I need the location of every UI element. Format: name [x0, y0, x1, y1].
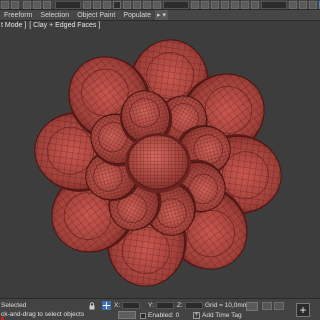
placement-icon[interactable]: [153, 0, 161, 9]
x-coordinate: X:: [114, 302, 141, 309]
named-selection-dropdown[interactable]: [261, 0, 287, 9]
move-tool-icon[interactable]: [123, 0, 131, 9]
undo-icon[interactable]: [1, 0, 9, 9]
selection-status: Selected: [1, 302, 27, 309]
x-label: X:: [114, 302, 121, 309]
add-button[interactable]: +: [296, 303, 310, 317]
align-icon[interactable]: [299, 0, 307, 9]
pivot-center-icon[interactable]: [191, 0, 199, 9]
status-bar: Selected ck-and-drag to select objects X…: [0, 298, 320, 320]
select-by-name-icon[interactable]: [93, 0, 101, 9]
center-boss: [125, 133, 191, 193]
keyboard-shortcut-icon[interactable]: [211, 0, 219, 9]
unlink-icon[interactable]: [33, 0, 41, 9]
prompt-hint: ck-and-drag to select objects: [1, 311, 85, 318]
enabled-value: 0: [175, 312, 180, 319]
tab-object-paint[interactable]: Object Paint: [73, 10, 119, 20]
y-coordinate: Y:: [148, 302, 174, 309]
selection-region-icon[interactable]: [103, 0, 111, 9]
tab-selection[interactable]: Selection: [36, 10, 73, 20]
rotate-tool-icon[interactable]: [133, 0, 141, 9]
enabled-toggle[interactable]: Enabled: 0: [140, 312, 179, 319]
z-coordinate: Z:: [177, 302, 203, 309]
select-manipulate-icon[interactable]: [201, 0, 209, 9]
bind-icon[interactable]: [43, 0, 51, 9]
ribbon-options-icon[interactable]: ▸ ▾: [154, 10, 168, 20]
snap-toggle-icon[interactable]: [221, 0, 229, 9]
enabled-label: Enabled:: [148, 312, 174, 319]
x-coordinate-field[interactable]: [122, 302, 141, 309]
reference-coordinate-dropdown[interactable]: [163, 0, 189, 9]
redo-icon[interactable]: [11, 0, 19, 9]
selection-lock-icon[interactable]: [88, 302, 96, 310]
ribbon-tab-bar: Freeform Selection Object Paint Populate…: [0, 10, 320, 21]
main-toolbar: [0, 0, 320, 10]
tab-populate[interactable]: Populate: [119, 10, 155, 20]
y-label: Y:: [148, 302, 154, 309]
link-icon[interactable]: [23, 0, 31, 9]
grid-size: Grid = 10,0mm: [205, 302, 249, 309]
mirror-icon[interactable]: [289, 0, 297, 9]
angle-snap-icon[interactable]: [231, 0, 239, 9]
spinner-snap-icon[interactable]: [251, 0, 259, 9]
enabled-checkbox[interactable]: [140, 312, 146, 319]
add-time-tag-icon[interactable]: +: [193, 312, 200, 319]
tab-freeform[interactable]: Freeform: [0, 10, 36, 20]
rosette-model[interactable]: [0, 21, 320, 298]
viewport-label[interactable]: t Mode ] [ Clay + Edged Faces ]: [1, 22, 101, 29]
add-time-tag-label[interactable]: Add Time Tag: [202, 312, 242, 319]
z-label: Z:: [177, 302, 183, 309]
adaptive-degradation-toggle[interactable]: [118, 311, 136, 319]
select-object-icon[interactable]: [83, 0, 91, 9]
scale-tool-icon[interactable]: [143, 0, 151, 9]
key-filters-icon[interactable]: [262, 302, 272, 310]
window-crossing-icon[interactable]: [113, 0, 121, 9]
layer-explorer-icon[interactable]: [309, 0, 317, 9]
add-time-tag[interactable]: + Add Time Tag: [193, 312, 242, 319]
viewport-mode-label[interactable]: t Mode ]: [1, 22, 26, 29]
time-config-icon[interactable]: [274, 302, 284, 310]
viewport-shading-label[interactable]: [ Clay + Edged Faces ]: [29, 22, 100, 29]
absolute-mode-transform-icon[interactable]: [102, 301, 111, 310]
set-key-icon[interactable]: [246, 302, 258, 311]
y-coordinate-field[interactable]: [155, 302, 174, 309]
z-coordinate-field[interactable]: [184, 302, 203, 309]
percent-snap-icon[interactable]: [241, 0, 249, 9]
selection-filter-dropdown[interactable]: [55, 0, 81, 9]
perspective-viewport[interactable]: t Mode ] [ Clay + Edged Faces ]: [0, 21, 320, 298]
